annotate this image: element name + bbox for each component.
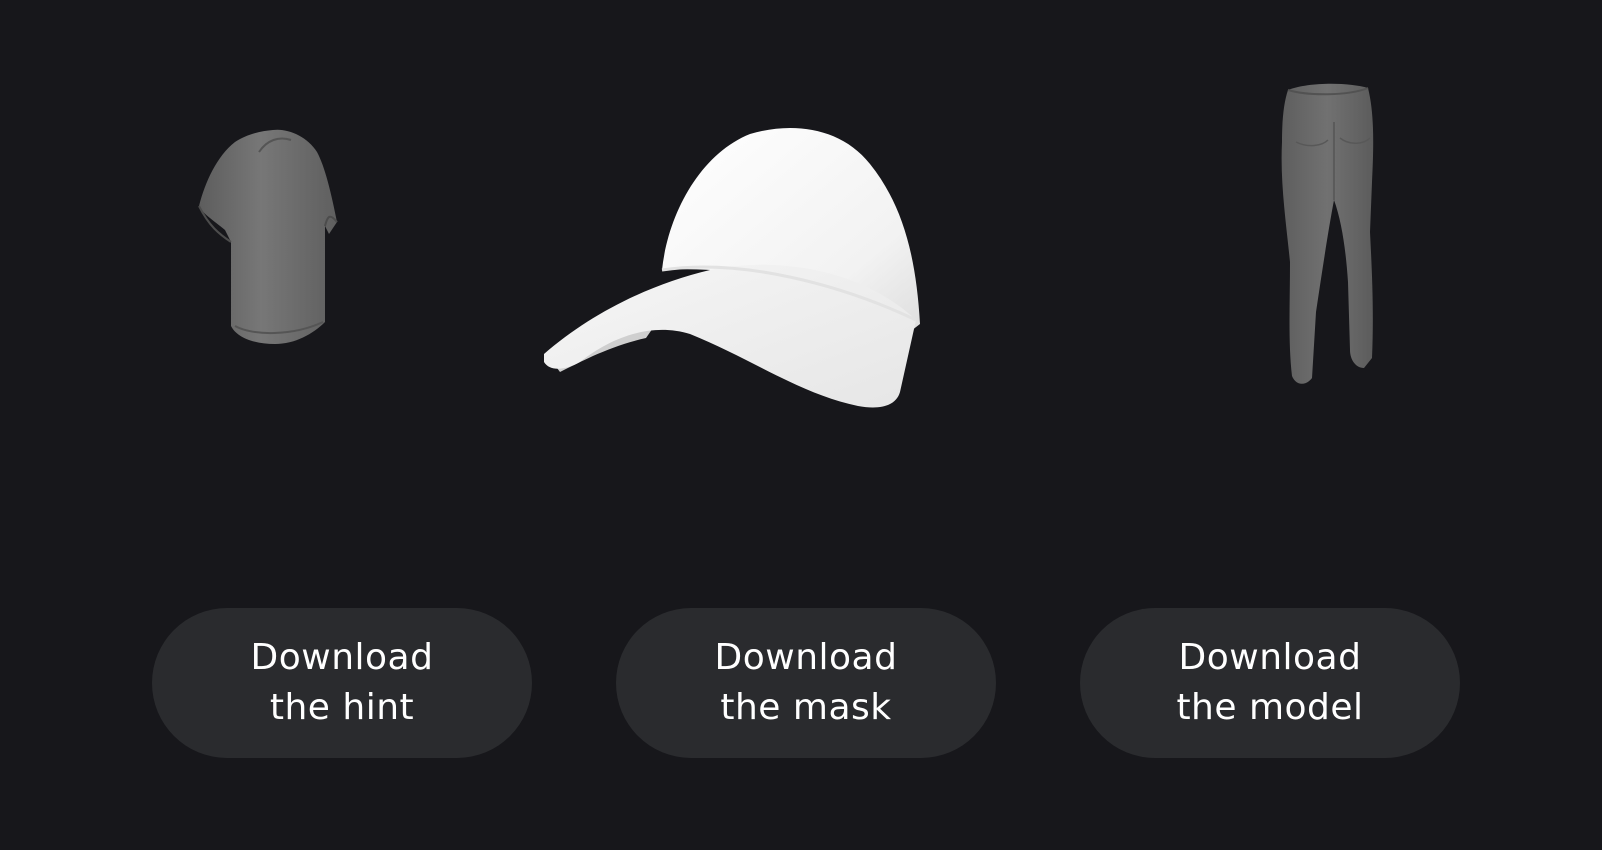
cap-model-image xyxy=(544,127,920,408)
tshirt-model-image xyxy=(198,129,338,344)
pants-model-image xyxy=(1281,83,1374,384)
download-hint-label-line2: the hint xyxy=(269,687,415,728)
download-mask-label-line1: Download xyxy=(714,637,898,678)
viewer-stage: Download the hint Download the mask Down… xyxy=(0,0,1602,850)
download-hint-label-line1: Download xyxy=(250,637,434,678)
download-model-label-line2: the model xyxy=(1176,687,1364,728)
download-model-button[interactable]: Download the model xyxy=(1080,608,1460,758)
download-hint-button[interactable]: Download the hint xyxy=(152,608,532,758)
download-mask-button[interactable]: Download the mask xyxy=(616,608,996,758)
download-mask-label-line2: the mask xyxy=(720,687,892,728)
download-model-label-line1: Download xyxy=(1178,637,1362,678)
